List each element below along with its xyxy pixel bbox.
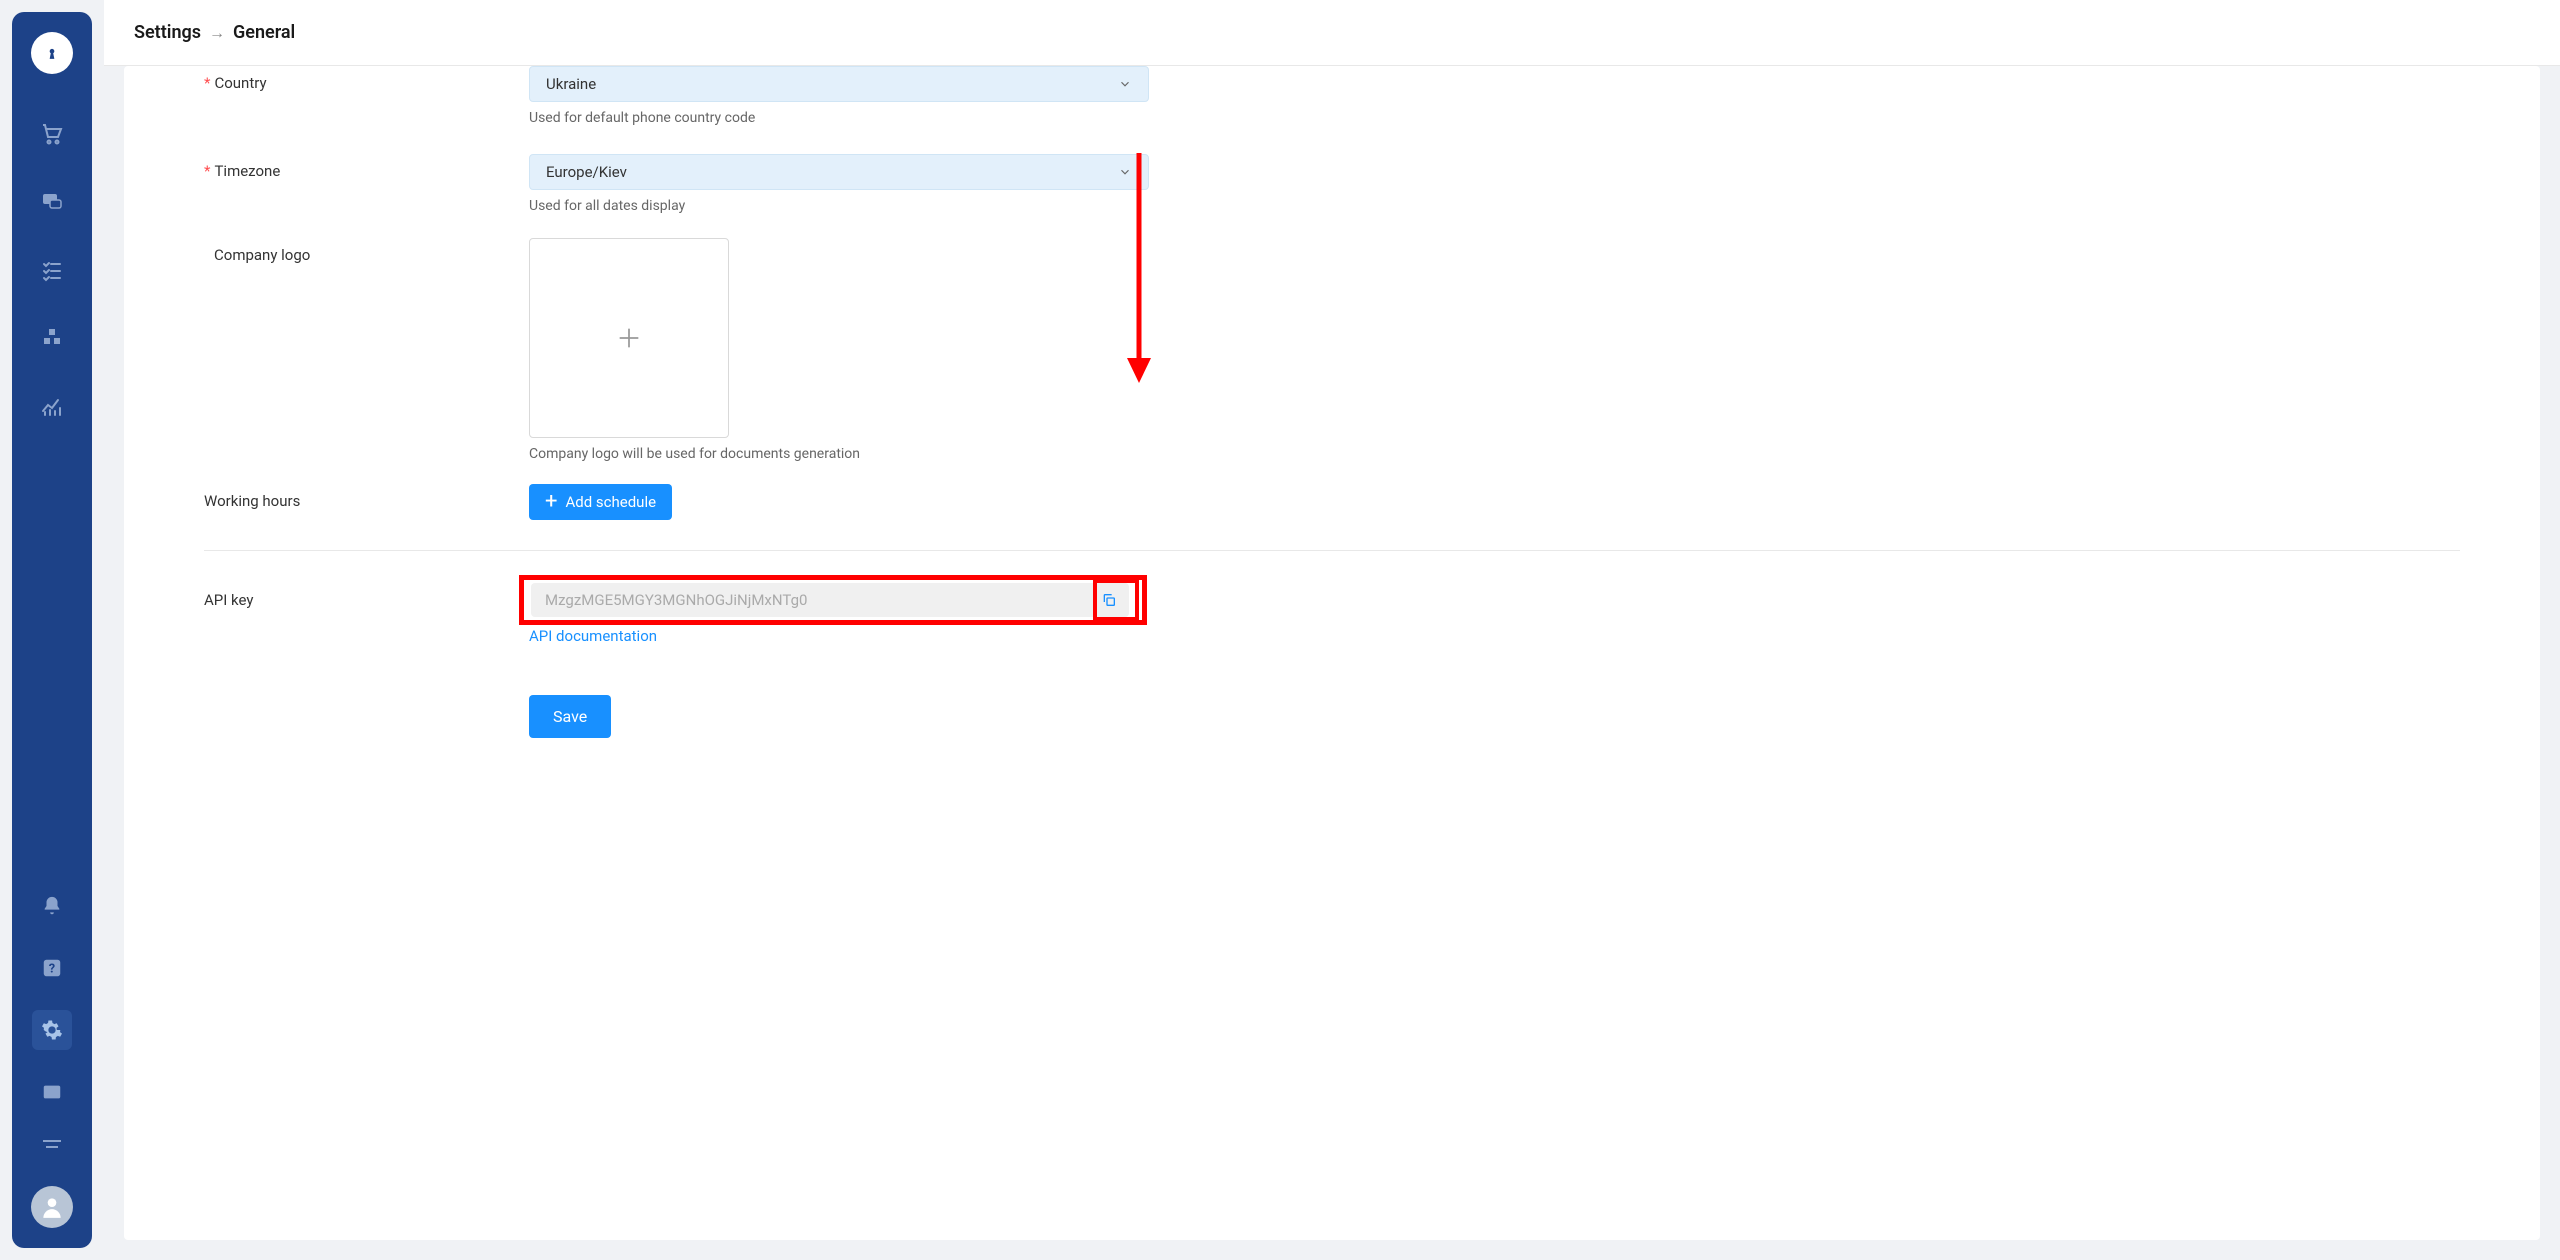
user-avatar[interactable]	[31, 1186, 73, 1228]
required-indicator: *	[204, 74, 210, 92]
api-documentation-link[interactable]: API documentation	[529, 627, 657, 645]
save-button[interactable]: Save	[529, 695, 611, 738]
timezone-value: Europe/Kiev	[546, 163, 627, 181]
logo-help: Company logo will be used for documents …	[529, 446, 1149, 462]
sidebar-item-tasks[interactable]	[32, 250, 72, 290]
sidebar: ?	[12, 12, 92, 1248]
sidebar-item-messages[interactable]	[32, 182, 72, 222]
country-value: Ukraine	[546, 75, 596, 93]
sidebar-item-inventory[interactable]	[32, 318, 72, 358]
add-schedule-button[interactable]: + Add schedule	[529, 484, 672, 520]
country-label: *Country	[204, 66, 529, 92]
sidebar-item-help[interactable]: ?	[32, 948, 72, 988]
sidebar-item-wallet[interactable]	[32, 1072, 72, 1112]
required-indicator: *	[204, 162, 210, 180]
plus-icon: +	[545, 491, 557, 513]
chat-icon	[40, 190, 64, 214]
app-logo[interactable]	[31, 32, 73, 74]
country-select[interactable]: Ukraine	[529, 66, 1149, 102]
chevron-down-icon	[1118, 165, 1132, 179]
working-hours-label: Working hours	[204, 484, 529, 510]
svg-text:?: ?	[49, 962, 55, 977]
breadcrumb-current: General	[233, 22, 295, 43]
timezone-label: *Timezone	[204, 154, 529, 180]
bell-icon	[41, 895, 63, 917]
country-help: Used for default phone country code	[529, 110, 1149, 126]
keyhole-icon	[45, 44, 59, 62]
checklist-icon	[40, 258, 64, 282]
sidebar-item-settings[interactable]	[32, 1010, 72, 1050]
sidebar-item-notifications[interactable]	[32, 886, 72, 926]
chevron-right-icon: →	[209, 23, 225, 43]
gear-icon	[41, 1019, 63, 1041]
api-key-value: MzgzMGE5MGY3MGNhOGJiNjMxNTg0	[531, 591, 1089, 609]
sidebar-item-orders[interactable]	[32, 114, 72, 154]
logo-label: Company logo	[204, 238, 529, 264]
settings-form-card: *Country Ukraine Used for default phone …	[124, 66, 2540, 1240]
logo-upload-area[interactable]	[529, 238, 729, 438]
breadcrumb: Settings → General	[104, 0, 2560, 66]
breadcrumb-root[interactable]: Settings	[134, 22, 201, 43]
help-icon: ?	[41, 957, 63, 979]
copy-api-key-button[interactable]	[1089, 583, 1129, 617]
user-icon	[39, 1194, 65, 1220]
api-key-label: API key	[204, 583, 529, 609]
menu-icon	[43, 1139, 61, 1149]
boxes-icon	[40, 326, 64, 350]
plus-icon	[615, 324, 643, 352]
sidebar-item-menu[interactable]	[32, 1134, 72, 1154]
copy-icon	[1101, 592, 1117, 608]
timezone-select[interactable]: Europe/Kiev	[529, 154, 1149, 190]
main-area: Settings → General *Country Ukraine Used…	[104, 0, 2560, 1260]
analytics-icon	[40, 394, 64, 418]
wallet-icon	[41, 1081, 63, 1103]
timezone-help: Used for all dates display	[529, 198, 1149, 214]
chevron-down-icon	[1118, 77, 1132, 91]
cart-icon	[40, 122, 64, 146]
sidebar-item-analytics[interactable]	[32, 386, 72, 426]
